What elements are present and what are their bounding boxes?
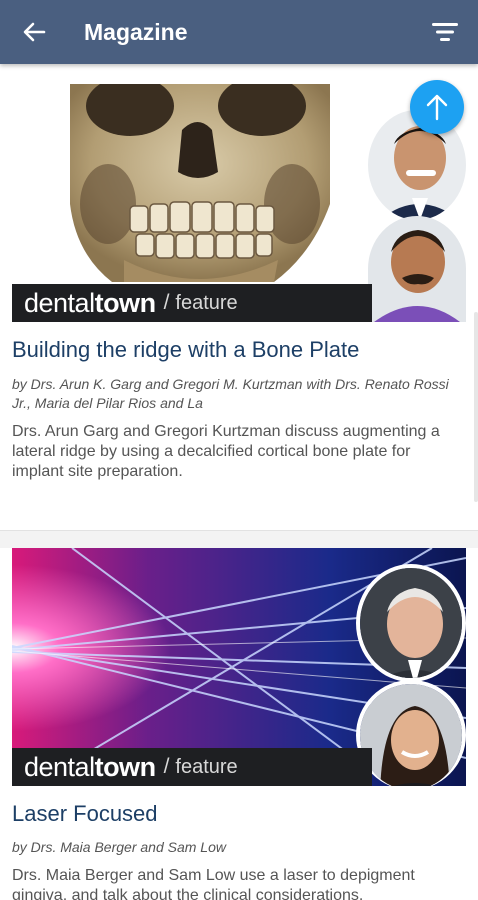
- filter-icon[interactable]: [430, 18, 460, 46]
- app-bar: Magazine: [0, 0, 478, 64]
- page-title: Magazine: [84, 19, 188, 45]
- brand-bar: dental town / feature: [12, 284, 372, 322]
- brand-bar: dental town / feature: [12, 748, 372, 786]
- article-summary: Drs. Maia Berger and Sam Low use a laser…: [12, 867, 415, 900]
- article-card[interactable]: dental town / feature Building the ridge …: [0, 64, 478, 530]
- brand-logo-town: town: [94, 751, 156, 782]
- section-label: feature: [175, 755, 238, 778]
- article-title[interactable]: Laser Focused: [12, 800, 158, 828]
- author-portrait: [356, 680, 466, 786]
- brand-logo-dental: dental: [24, 287, 95, 318]
- scroll-to-top-button[interactable]: [410, 80, 464, 134]
- article-banner-image[interactable]: dental town / feature: [12, 84, 466, 322]
- article-byline: by Drs. Maia Berger and Sam Low: [12, 839, 226, 855]
- article-title[interactable]: Building the ridge with a Bone Plate: [12, 336, 359, 364]
- arrow-left-icon[interactable]: [20, 18, 48, 46]
- brand-slash: /: [163, 755, 170, 778]
- card-divider: [0, 530, 478, 548]
- article-card[interactable]: dental town / feature Laser Focused by Dr…: [0, 548, 478, 900]
- scrollbar[interactable]: [474, 312, 478, 502]
- brand-slash: /: [163, 291, 170, 314]
- author-portrait: [368, 216, 466, 322]
- brand-logo-dental: dental: [24, 751, 95, 782]
- author-portrait: [356, 564, 466, 682]
- section-label: feature: [175, 291, 238, 314]
- brand-logo-town: town: [94, 287, 156, 318]
- article-banner-image[interactable]: dental town / feature: [12, 548, 466, 786]
- arrow-up-icon: [426, 94, 448, 121]
- article-summary: Drs. Arun Garg and Gregori Kurtzman disc…: [12, 423, 440, 480]
- article-feed[interactable]: dental town / feature Building the ridge …: [0, 64, 478, 900]
- article-byline: by Drs. Arun K. Garg and Gregori M. Kurt…: [12, 376, 449, 411]
